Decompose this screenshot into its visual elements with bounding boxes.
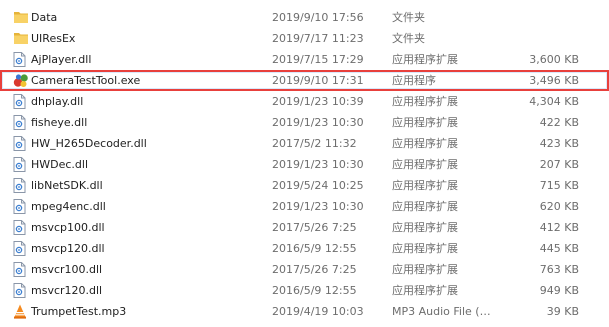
file-modified-date: 2019/9/10 17:56 [272,11,364,24]
file-size: 445 KB [539,242,579,255]
file-modified-date: 2017/5/26 7:25 [272,263,357,276]
file-size: 4,304 KB [529,95,579,108]
file-modified-date: 2019/1/23 10:30 [272,200,364,213]
file-name: UIResEx [31,32,76,45]
file-size: 715 KB [539,179,579,192]
file-size: 207 KB [539,158,579,171]
exe-app-icon [13,73,28,88]
file-row[interactable]: HWDec.dll 2019/1/23 10:30 应用程序扩展 207 KB [0,154,609,175]
dll-file-icon [13,115,27,130]
file-list: Data 2019/9/10 17:56 文件夹 UIResEx 2019/7/17 1… [0,7,609,322]
file-type: 应用程序扩展 [392,179,458,192]
file-row[interactable]: HW_H265Decoder.dll 2017/5/2 11:32 应用程序扩展 42… [0,133,609,154]
file-size: 3,496 KB [529,74,579,87]
dll-file-icon [13,52,27,67]
file-type: 应用程序扩展 [392,116,458,129]
file-name: msvcp120.dll [31,242,105,255]
dll-file-icon [13,136,27,151]
dll-file-icon [13,262,27,277]
file-modified-date: 2019/4/19 10:03 [272,305,364,318]
vlc-media-icon [13,304,27,319]
file-type: 应用程序扩展 [392,263,458,276]
file-name: msvcp100.dll [31,221,105,234]
file-modified-date: 2016/5/9 12:55 [272,284,357,297]
file-type: 应用程序扩展 [392,53,458,66]
file-row[interactable]: msvcp100.dll 2017/5/26 7:25 应用程序扩展 412 KB [0,217,609,238]
file-row[interactable]: fisheye.dll 2019/1/23 10:30 应用程序扩展 422 KB [0,112,609,133]
file-type: 应用程序扩展 [392,242,458,255]
file-modified-date: 2019/1/23 10:30 [272,158,364,171]
file-row[interactable]: dhplay.dll 2019/1/23 10:39 应用程序扩展 4,304 KB [0,91,609,112]
file-name: msvcr100.dll [31,263,103,276]
dll-file-icon [13,241,27,256]
file-row[interactable]: msvcr100.dll 2017/5/26 7:25 应用程序扩展 763 KB [0,259,609,280]
folder-icon [13,10,28,25]
file-name: fisheye.dll [31,116,88,129]
file-row[interactable]: msvcr120.dll 2016/5/9 12:55 应用程序扩展 949 KB [0,280,609,301]
file-size: 412 KB [539,221,579,234]
file-row[interactable]: AjPlayer.dll 2019/7/15 17:29 应用程序扩展 3,600 K… [0,49,609,70]
folder-icon [13,31,28,46]
file-row[interactable]: mpeg4enc.dll 2019/1/23 10:30 应用程序扩展 620 KB [0,196,609,217]
file-type: 应用程序扩展 [392,200,458,213]
file-name: Data [31,11,58,24]
file-type: 应用程序扩展 [392,221,458,234]
file-type: 应用程序扩展 [392,95,458,108]
file-size: 39 KB [546,305,579,318]
file-name: msvcr120.dll [31,284,103,297]
file-size: 620 KB [539,200,579,213]
file-modified-date: 2019/9/10 17:31 [272,74,364,87]
file-type: 文件夹 [392,32,425,45]
file-modified-date: 2017/5/26 7:25 [272,221,357,234]
file-row[interactable]: msvcp120.dll 2016/5/9 12:55 应用程序扩展 445 KB [0,238,609,259]
dll-file-icon [13,178,27,193]
file-size: 949 KB [539,284,579,297]
file-modified-date: 2019/7/17 11:23 [272,32,364,45]
file-row[interactable]: Data 2019/9/10 17:56 文件夹 [0,7,609,28]
file-size: 763 KB [539,263,579,276]
file-size: 423 KB [539,137,579,150]
file-name: libNetSDK.dll [31,179,103,192]
file-modified-date: 2017/5/2 11:32 [272,137,357,150]
file-row[interactable]: UIResEx 2019/7/17 11:23 文件夹 [0,28,609,49]
file-modified-date: 2019/5/24 10:25 [272,179,364,192]
file-name: HWDec.dll [31,158,89,171]
file-name: TrumpetTest.mp3 [31,305,127,318]
file-name: HW_H265Decoder.dll [31,137,147,150]
dll-file-icon [13,199,27,214]
file-modified-date: 2019/1/23 10:30 [272,116,364,129]
dll-file-icon [13,220,27,235]
file-name: mpeg4enc.dll [31,200,106,213]
file-modified-date: 2016/5/9 12:55 [272,242,357,255]
dll-file-icon [13,94,27,109]
file-modified-date: 2019/1/23 10:39 [272,95,364,108]
file-type: 应用程序扩展 [392,137,458,150]
file-type: 应用程序 [392,74,436,87]
file-name: CameraTestTool.exe [31,74,141,87]
file-size: 422 KB [539,116,579,129]
file-name: dhplay.dll [31,95,84,108]
file-name: AjPlayer.dll [31,53,92,66]
file-type: 应用程序扩展 [392,284,458,297]
file-modified-date: 2019/7/15 17:29 [272,53,364,66]
file-size: 3,600 KB [529,53,579,66]
file-type: 应用程序扩展 [392,158,458,171]
file-row[interactable]: TrumpetTest.mp3 2019/4/19 10:03 MP3 Audio … [0,301,609,322]
file-row[interactable]: libNetSDK.dll 2019/5/24 10:25 应用程序扩展 715 KB [0,175,609,196]
file-row[interactable]: CameraTestTool.exe 2019/9/10 17:31 应用程序 3,4… [0,70,609,91]
file-type: 文件夹 [392,11,425,24]
dll-file-icon [13,157,27,172]
dll-file-icon [13,283,27,298]
file-type: MP3 Audio File (… [392,305,491,318]
